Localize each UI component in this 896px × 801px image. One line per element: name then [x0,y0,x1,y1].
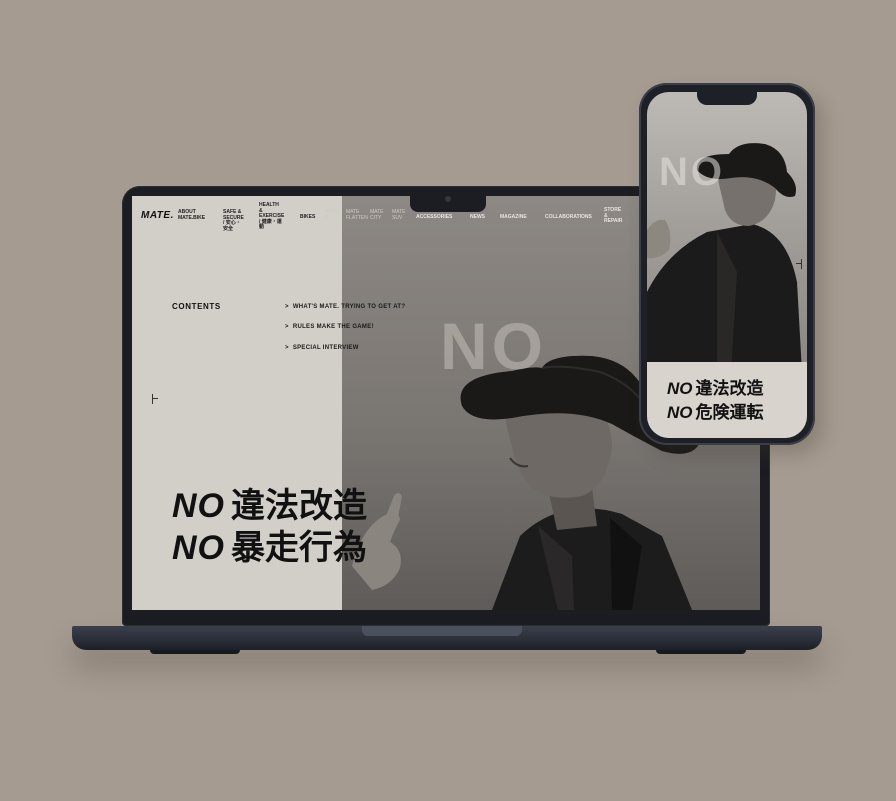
toc-item-interview[interactable]: > SPECIAL INTERVIEW [285,345,359,351]
nav-collaborations[interactable]: COLLABORATIONS [545,214,592,221]
phone-notch [697,92,757,105]
contents-heading: CONTENTS [172,302,221,311]
toc-label: RULES MAKE THE GAME! [292,324,374,330]
nav-mate-city[interactable]: MATE City [370,209,384,221]
nav-bikes[interactable]: BIKES [300,214,315,221]
toc-label: SPECIAL INTERVIEW [292,345,359,351]
hero-line-2: NO 暴走行為 [172,520,367,569]
mate-logo[interactable]: MATE. [141,210,174,221]
hero-zh: 暴走行為 [231,528,367,568]
hero-no: NO [172,529,225,567]
toc-label: WHAT'S MATE. TRYING TO GET AT? [292,304,406,310]
nav-health-exercise[interactable]: HEALTH & EXERCISE / 健康・運 動 [259,202,284,231]
chevron-right-icon: > [285,324,289,330]
nav-mate-flatten[interactable]: MATE Flatten [346,209,368,221]
laptop-foot [656,650,746,654]
nav-accessories[interactable]: ACCESSORIES [416,214,452,221]
toc-item-whats-mate[interactable]: > WHAT'S MATE. TRYING TO GET AT? [285,304,405,310]
chevron-right-icon: > [285,304,289,310]
phone-background-no-watermark: NO [659,150,725,194]
nav-about[interactable]: ABOUT MATE.BIKE [178,209,205,221]
toc-item-rules[interactable]: > RULES MAKE THE GAME! [285,324,374,330]
laptop-camera-notch [410,190,486,212]
phone-hero-line-1: NO 違法改造 [667,374,764,399]
phone-screen: NO NO 違法改造 NO 危険運転 [647,92,807,438]
nav-mate-x[interactable]: MATE X [325,209,339,221]
phone-hero-line-2: NO 危険運転 [667,398,764,423]
laptop-foot [150,650,240,654]
nav-store-repair[interactable]: STORE & REPAIR [604,207,623,225]
laptop-opening-groove [362,626,522,636]
hero-no: NO [667,379,693,398]
hero-no: NO [667,403,693,422]
hero-zh: 危険運転 [695,403,764,423]
hero-zh: 違法改造 [695,379,764,399]
nav-mate-suv[interactable]: MATE SUV [392,209,406,221]
nav-magazine[interactable]: MAGAZINE [500,214,527,221]
scroll-marker-icon [152,394,158,404]
nav-safe-secure[interactable]: SAFE & SECURE / 安心・ 安全 [223,209,244,232]
nav-news[interactable]: NEWS [470,214,485,221]
background-no-watermark: NO [440,309,547,383]
phone-scroll-marker-icon [796,259,802,269]
chevron-right-icon: > [285,345,289,351]
